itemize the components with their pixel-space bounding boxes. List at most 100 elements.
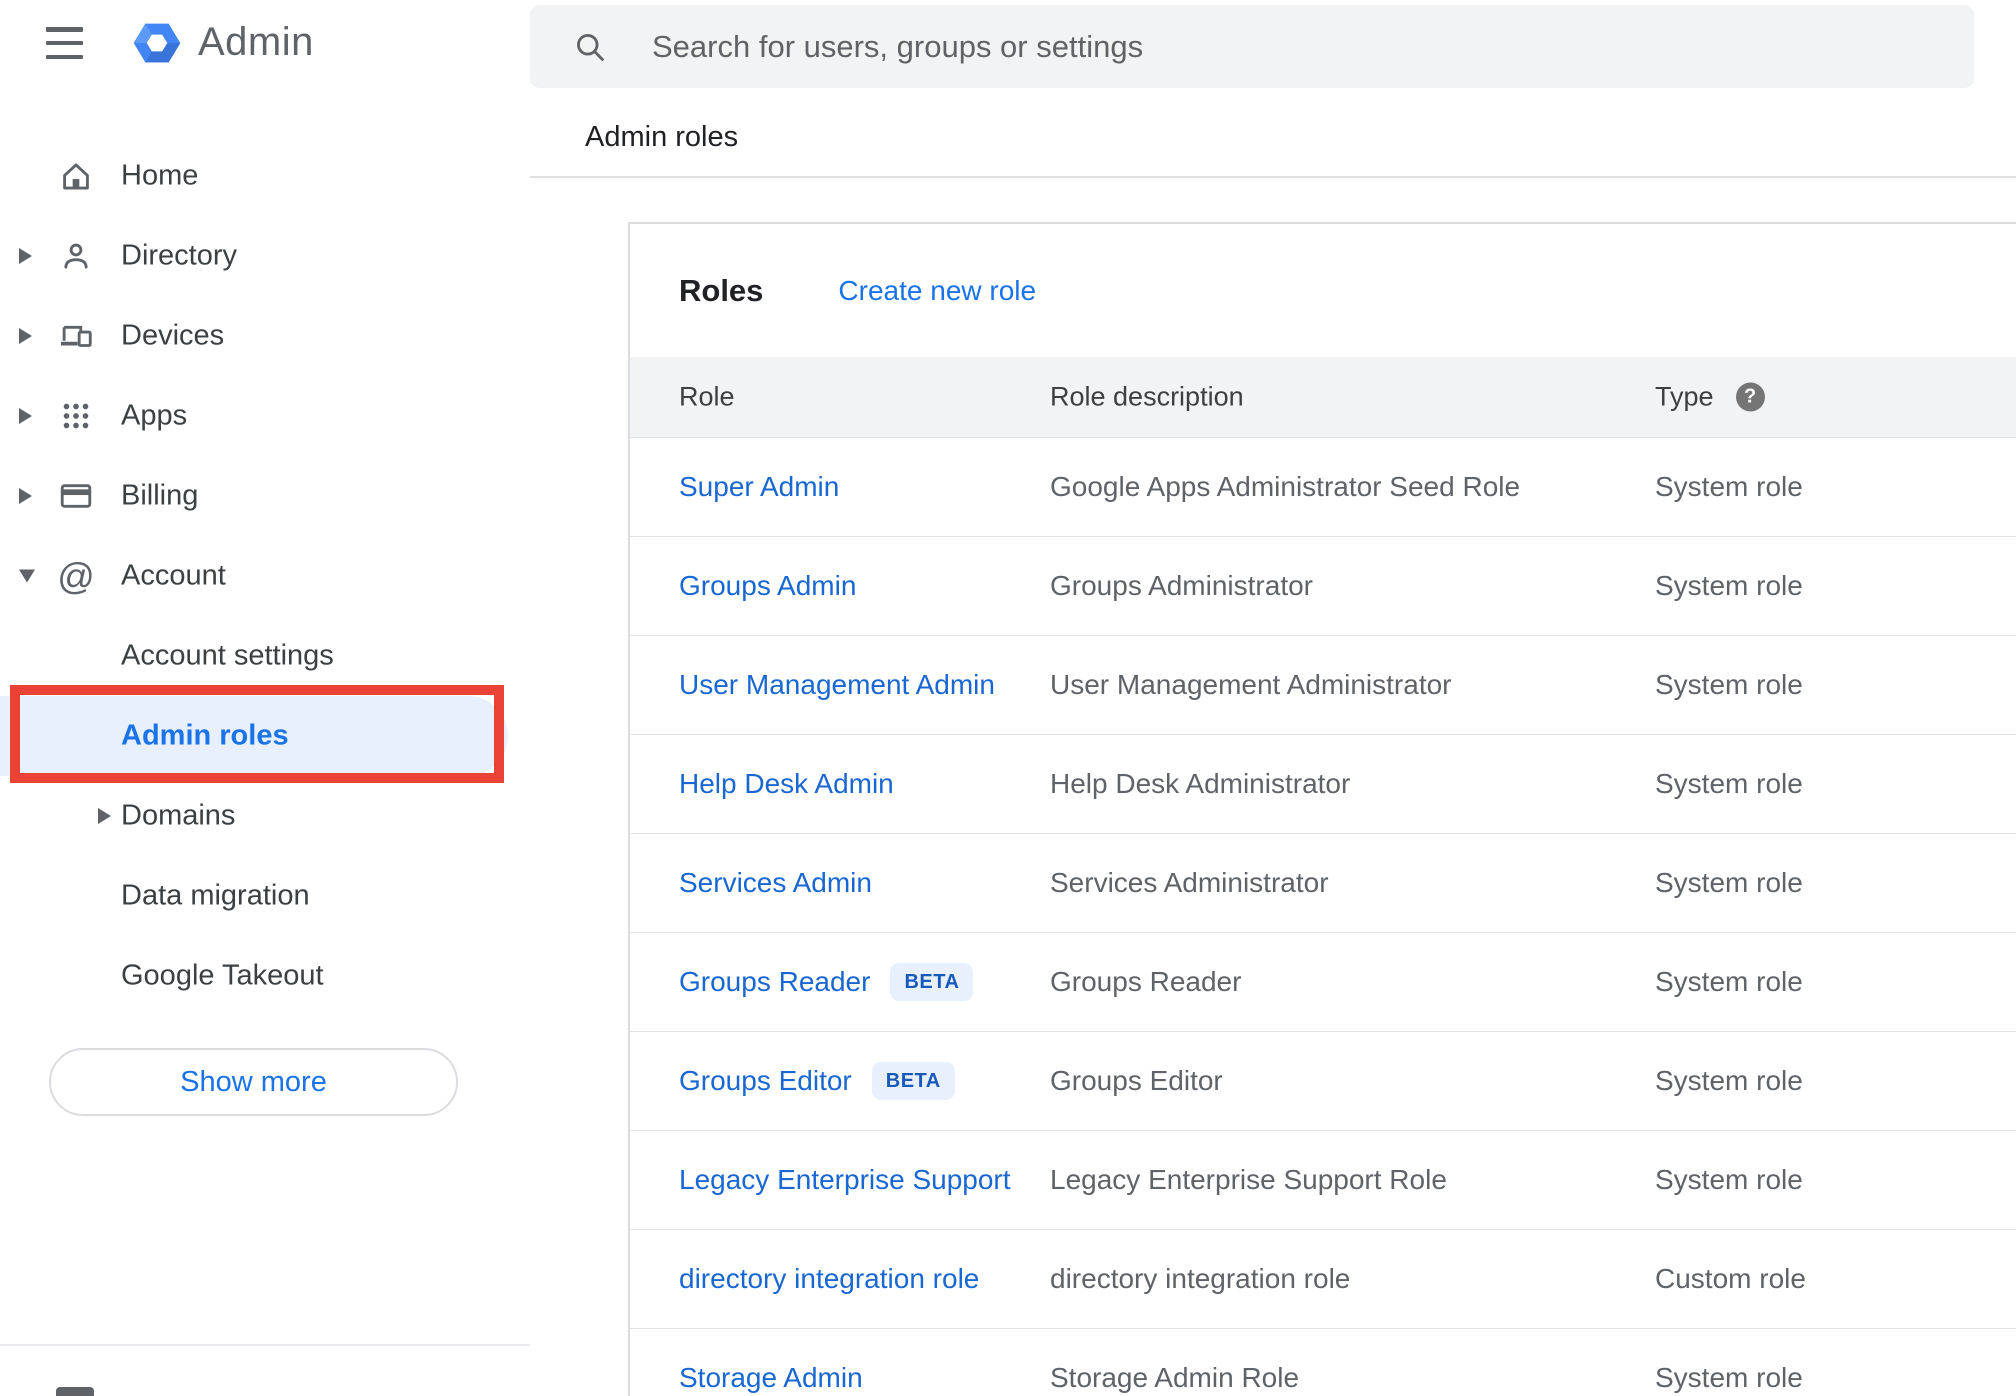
- beta-badge: BETA: [890, 963, 974, 1001]
- role-description: Services Administrator: [1050, 867, 1329, 898]
- sidebar-item-label: Admin roles: [121, 719, 289, 752]
- role-description: directory integration role: [1050, 1263, 1351, 1294]
- role-description: Groups Administrator: [1050, 570, 1313, 601]
- devices-icon: [57, 317, 95, 355]
- sidebar-item-google-takeout[interactable]: Google Takeout: [0, 936, 530, 1016]
- billing-card-icon: [57, 477, 95, 515]
- role-type: System role: [1655, 1065, 1803, 1096]
- column-header-type: Type ?: [1655, 382, 1765, 413]
- table-row: Help Desk Admin Help Desk Administrator Sy…: [630, 735, 2016, 834]
- role-description: Legacy Enterprise Support Role: [1050, 1164, 1447, 1195]
- apps-grid-icon: [57, 397, 95, 435]
- sidebar-item-label: Directory: [121, 239, 238, 272]
- sidebar-item-domains[interactable]: Domains: [0, 776, 530, 856]
- role-description: User Management Administrator: [1050, 669, 1452, 700]
- create-new-role-link[interactable]: Create new role: [838, 275, 1036, 307]
- role-cell: Groups Reader BETA: [630, 963, 1050, 1001]
- sidebar-item-label: Account settings: [121, 639, 334, 672]
- sidebar-item-devices[interactable]: Devices: [0, 296, 530, 376]
- triangle-right-icon[interactable]: [98, 808, 111, 824]
- role-cell: Super Admin: [630, 471, 1050, 503]
- sidebar-item-directory[interactable]: Directory: [0, 216, 530, 296]
- role-cell: User Management Admin: [630, 669, 1050, 701]
- sidebar: Admin Home Directory Devices Apps Billing @ Ac…: [0, 0, 530, 1396]
- table-row: Services Admin Services Administrator Syst…: [630, 834, 2016, 933]
- sidebar-item-label: Devices: [121, 319, 225, 352]
- sidebar-item-label: Account: [121, 559, 226, 592]
- role-description: Groups Editor: [1050, 1065, 1223, 1096]
- sidebar-nav: Home Directory Devices Apps Billing @ Account A…: [0, 136, 530, 1016]
- role-link[interactable]: Groups Reader: [679, 966, 870, 998]
- sidebar-item-data-migration[interactable]: Data migration: [0, 856, 530, 936]
- role-cell: Legacy Enterprise Support: [630, 1164, 1050, 1196]
- sidebar-item-label: Google Takeout: [121, 959, 324, 992]
- search-icon: [577, 33, 604, 61]
- breadcrumb: Admin roles: [585, 121, 739, 153]
- help-icon[interactable]: ?: [1735, 382, 1765, 412]
- role-link[interactable]: Super Admin: [679, 471, 839, 503]
- sidebar-item-home[interactable]: Home: [0, 136, 530, 216]
- role-description: Groups Reader: [1050, 966, 1242, 997]
- role-type: Custom role: [1655, 1263, 1806, 1294]
- search-bar[interactable]: [530, 5, 1974, 88]
- role-link[interactable]: Legacy Enterprise Support: [679, 1164, 1011, 1196]
- role-link[interactable]: Groups Editor: [679, 1065, 852, 1097]
- sidebar-item-apps[interactable]: Apps: [0, 376, 530, 456]
- table-row: Groups Editor BETA Groups Editor System rol…: [630, 1032, 2016, 1131]
- sidebar-item-label: Apps: [121, 399, 188, 432]
- person-icon: [57, 237, 95, 275]
- role-type: System role: [1655, 471, 1803, 502]
- sidebar-item-billing[interactable]: Billing: [0, 456, 530, 536]
- sidebar-item-label: Domains: [121, 799, 236, 832]
- role-link[interactable]: Services Admin: [679, 867, 872, 899]
- triangle-right-icon[interactable]: [19, 248, 32, 264]
- role-type: System role: [1655, 570, 1803, 601]
- table-row: Super Admin Google Apps Administrator See…: [630, 438, 2016, 537]
- hamburger-menu-icon[interactable]: [46, 27, 83, 59]
- role-description: Google Apps Administrator Seed Role: [1050, 471, 1521, 502]
- role-link[interactable]: Storage Admin: [679, 1362, 863, 1394]
- sidebar-item-label: Home: [121, 159, 199, 192]
- column-header-description: Role description: [1050, 381, 1244, 412]
- table-row: Legacy Enterprise Support Legacy Enterpri…: [630, 1131, 2016, 1230]
- search-input[interactable]: [652, 28, 1974, 65]
- triangle-right-icon[interactable]: [19, 488, 32, 504]
- role-link[interactable]: directory integration role: [679, 1263, 979, 1295]
- role-type: System role: [1655, 768, 1803, 799]
- triangle-down-icon[interactable]: [19, 569, 35, 583]
- role-type: System role: [1655, 1164, 1803, 1195]
- content-divider: [530, 176, 2016, 178]
- table-header: Role Role description Type ?: [630, 357, 2016, 438]
- role-type: System role: [1655, 1362, 1803, 1393]
- role-cell: Groups Admin: [630, 570, 1050, 602]
- home-icon: [57, 157, 95, 195]
- role-cell: Groups Editor BETA: [630, 1062, 1050, 1100]
- role-link[interactable]: Groups Admin: [679, 570, 856, 602]
- role-link[interactable]: Help Desk Admin: [679, 768, 894, 800]
- role-type: System role: [1655, 867, 1803, 898]
- role-link[interactable]: User Management Admin: [679, 669, 995, 701]
- sidebar-item-account-settings[interactable]: Account settings: [0, 616, 530, 696]
- triangle-right-icon[interactable]: [19, 408, 32, 424]
- card-title: Roles: [679, 272, 764, 308]
- sidebar-item-label: Data migration: [121, 879, 310, 912]
- partial-menu-icon: [56, 1387, 94, 1396]
- card-header: Roles Create new role: [630, 224, 2016, 357]
- role-cell: Help Desk Admin: [630, 768, 1050, 800]
- table-row: Groups Admin Groups Administrator System r…: [630, 537, 2016, 636]
- table-row: User Management Admin User Management Adm…: [630, 636, 2016, 735]
- show-more-button[interactable]: Show more: [49, 1048, 458, 1116]
- triangle-right-icon[interactable]: [19, 328, 32, 344]
- roles-card: Roles Create new role Role Role descript…: [628, 222, 2016, 1396]
- sidebar-item-admin-roles[interactable]: Admin roles: [0, 696, 530, 776]
- sidebar-item-label: Billing: [121, 479, 199, 512]
- role-cell: directory integration role: [630, 1263, 1050, 1295]
- column-header-type-label: Type: [1655, 381, 1714, 412]
- table-row: Groups Reader BETA Groups Reader System rol…: [630, 933, 2016, 1032]
- main-content: Admin roles Roles Create new role Role R…: [530, 0, 2016, 1396]
- sidebar-item-account[interactable]: @ Account: [0, 536, 530, 616]
- at-icon: @: [57, 555, 95, 597]
- table-row: directory integration role directory inte…: [630, 1230, 2016, 1329]
- sidebar-divider: [0, 1344, 530, 1346]
- role-description: Storage Admin Role: [1050, 1362, 1300, 1393]
